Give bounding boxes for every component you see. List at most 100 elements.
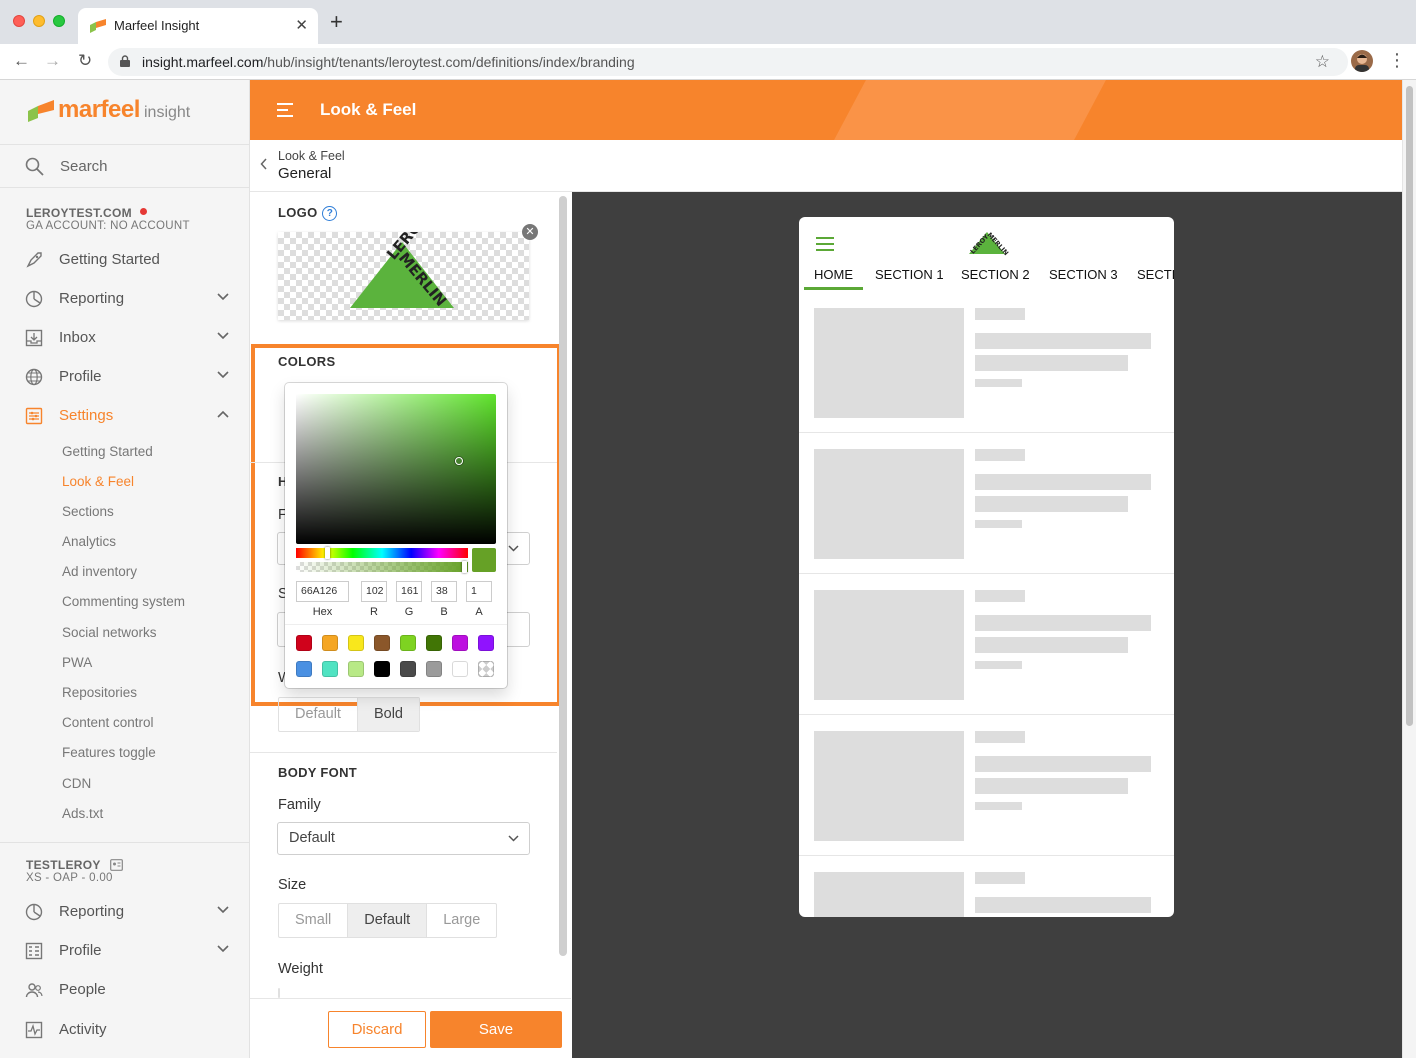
rocket-icon — [26, 252, 42, 268]
settings-item-cdn[interactable]: CDN — [62, 776, 91, 791]
browser-toolbar: ← → ↻ insight.marfeel.com/hub/insight/te… — [0, 44, 1416, 80]
maximize-window-button[interactable] — [53, 15, 65, 27]
sidebar-item-tenant-profile[interactable]: Profile — [0, 933, 249, 969]
settings-item-content-control[interactable]: Content control — [62, 715, 154, 730]
weight-option-default[interactable]: Default — [279, 698, 358, 731]
panel-scrollbar-thumb[interactable] — [559, 196, 567, 956]
settings-item-getting-started[interactable]: Getting Started — [62, 444, 153, 459]
page-title: Look & Feel — [320, 100, 417, 119]
settings-item-ads-txt[interactable]: Ads.txt — [62, 806, 103, 821]
preset-color-swatch[interactable] — [296, 661, 312, 677]
preset-color-swatch[interactable] — [348, 635, 364, 651]
sidebar-item-inbox[interactable]: Inbox — [0, 320, 249, 356]
browser-menu-icon[interactable]: ⋮ — [1388, 50, 1406, 71]
preset-color-swatch[interactable] — [322, 635, 338, 651]
minimize-window-button[interactable] — [33, 15, 45, 27]
preview-logo-icon: LEROY MERLIN — [969, 231, 1009, 257]
sidebar-item-profile[interactable]: Profile — [0, 359, 249, 395]
chevron-down-icon — [217, 945, 229, 953]
alpha-slider-handle[interactable] — [462, 561, 467, 573]
preset-color-swatch[interactable] — [426, 635, 442, 651]
preview-article-placeholder — [799, 715, 1174, 856]
blue-input[interactable]: 38 — [431, 581, 457, 602]
chevron-down-icon — [217, 906, 229, 914]
settings-item-pwa[interactable]: PWA — [62, 655, 92, 670]
sidebar-search[interactable]: Search — [0, 144, 249, 188]
remove-logo-icon[interactable]: ✕ — [522, 224, 538, 240]
preset-color-swatch[interactable] — [374, 661, 390, 677]
body-size-toggle[interactable]: Small Default Large — [278, 903, 498, 938]
size-option-small[interactable]: Small — [279, 904, 349, 937]
preset-color-swatch[interactable] — [478, 661, 494, 677]
preview-nav-section-3: SECTION 3 — [1049, 267, 1118, 282]
preset-color-swatch[interactable] — [426, 661, 442, 677]
preset-color-swatch[interactable] — [400, 635, 416, 651]
preset-color-swatch[interactable] — [478, 635, 494, 651]
weight-option-bold[interactable]: Bold — [357, 698, 419, 731]
browser-tab[interactable]: Marfeel Insight ✕ — [78, 8, 318, 44]
body-weight-toggle[interactable] — [278, 988, 280, 998]
help-icon[interactable]: ? — [322, 206, 338, 221]
size-option-large[interactable]: Large — [427, 904, 496, 937]
address-bar[interactable]: insight.marfeel.com/hub/insight/tenants/… — [108, 48, 1348, 76]
green-input[interactable]: 161 — [396, 581, 422, 602]
close-tab-icon[interactable]: ✕ — [295, 16, 308, 34]
alpha-input[interactable]: 1 — [466, 581, 492, 602]
new-tab-button[interactable]: + — [330, 11, 343, 33]
saturation-cursor[interactable] — [455, 457, 463, 465]
red-input[interactable]: 102 — [361, 581, 387, 602]
close-window-button[interactable] — [13, 15, 25, 27]
preset-color-swatch[interactable] — [374, 635, 390, 651]
hex-input[interactable]: 66A126 — [296, 581, 349, 602]
logo-preview[interactable]: LEROY MERLIN — [278, 209, 529, 320]
back-icon[interactable]: ← — [13, 51, 30, 71]
settings-item-features-toggle[interactable]: Features toggle — [62, 745, 156, 760]
preset-color-swatch[interactable] — [322, 661, 338, 677]
preset-color-swatch[interactable] — [296, 635, 312, 651]
settings-item-repositories[interactable]: Repositories — [62, 685, 137, 700]
chevron-left-icon[interactable] — [260, 158, 268, 170]
breadcrumb-parent[interactable]: Look & Feel — [278, 149, 345, 163]
lock-icon — [120, 55, 130, 67]
hue-slider[interactable] — [296, 548, 468, 558]
alpha-slider[interactable] — [296, 562, 468, 572]
sidebar-item-tenant-reporting[interactable]: Reporting — [0, 894, 249, 930]
sidebar-item-getting-started[interactable]: Getting Started — [0, 242, 249, 278]
preset-color-swatch[interactable] — [348, 661, 364, 677]
settings-item-look-and-feel[interactable]: Look & Feel — [62, 474, 134, 489]
body-family-select[interactable]: Default — [277, 822, 530, 855]
profile-avatar[interactable] — [1351, 50, 1373, 72]
heading-weight-toggle[interactable]: Default Bold — [278, 697, 420, 732]
tenant-name: TESTLEROY — [26, 858, 124, 872]
saturation-area[interactable] — [296, 394, 496, 544]
preset-color-swatch[interactable] — [452, 635, 468, 651]
page-scrollbar[interactable] — [1402, 80, 1416, 1058]
settings-item-analytics[interactable]: Analytics — [62, 534, 116, 549]
save-button[interactable]: Save — [430, 1011, 562, 1048]
size-option-default[interactable]: Default — [348, 904, 428, 937]
settings-item-ad-inventory[interactable]: Ad inventory — [62, 564, 137, 579]
mobile-preview: LEROY MERLIN HOME SECTION 1 SECTION 2 SE… — [799, 217, 1174, 917]
green-label: G — [404, 606, 414, 618]
reload-icon[interactable]: ↻ — [78, 51, 92, 71]
sidebar-item-people[interactable]: People — [0, 972, 249, 1008]
sidebar-item-settings[interactable]: Settings — [0, 398, 249, 434]
sidebar-item-reporting[interactable]: Reporting — [0, 281, 249, 317]
chevron-down-icon — [508, 835, 519, 842]
hamburger-menu-icon[interactable] — [277, 103, 293, 117]
forward-icon[interactable]: → — [44, 51, 61, 71]
tenant-card-icon[interactable] — [110, 859, 124, 871]
preset-color-swatch[interactable] — [452, 661, 468, 677]
sidebar-item-activity[interactable]: Activity — [0, 1012, 249, 1048]
discard-button[interactable]: Discard — [328, 1011, 426, 1048]
page-scrollbar-thumb[interactable] — [1406, 86, 1413, 726]
settings-item-commenting-system[interactable]: Commenting system — [62, 594, 185, 609]
leroy-merlin-logo-image: LEROY MERLIN — [350, 209, 454, 310]
hue-slider-handle[interactable] — [325, 547, 330, 559]
settings-item-sections[interactable]: Sections — [62, 504, 114, 519]
preset-color-swatch[interactable] — [400, 661, 416, 677]
chevron-down-icon — [508, 545, 519, 552]
bookmark-star-icon[interactable]: ☆ — [1315, 52, 1330, 72]
settings-item-social-networks[interactable]: Social networks — [62, 625, 157, 640]
marfeel-logo-icon — [28, 100, 54, 122]
